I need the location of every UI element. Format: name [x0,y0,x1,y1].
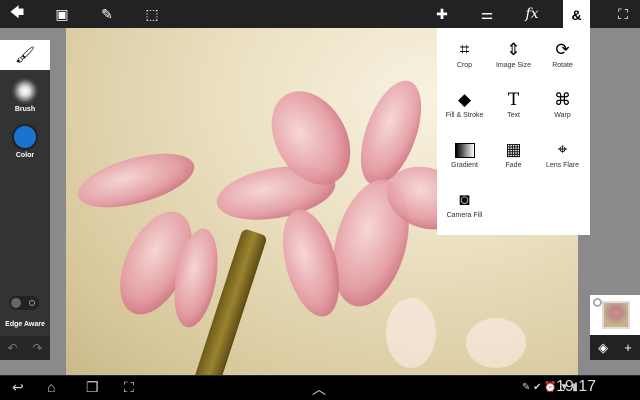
redo-icon[interactable]: ↷ [32,341,42,355]
color-swatch [12,124,38,150]
menu-label: Fade [505,162,522,169]
menu-item-crop[interactable]: ⌗ Crop [439,28,490,78]
menu-label: Fill & Stroke [445,112,484,119]
adjust-icon[interactable]: ⚌ [472,0,502,28]
menu-label: Rotate [552,62,573,69]
menu-item-image-size[interactable]: ⇕ Image Size [488,28,539,78]
back-icon[interactable]: 🡄 [2,0,32,28]
menu-item-fill-stroke[interactable]: ◆ Fill & Stroke [439,78,490,128]
menu-item-fade[interactable]: ▦ Fade [488,128,539,178]
fullscreen-icon[interactable]: ⛶ [608,0,638,28]
nav-up-icon[interactable]: ︿ [312,379,326,399]
menu-item-camera-fill[interactable]: ◙ Camera Fill [439,178,490,228]
fade-icon: ▦ [505,140,522,159]
nav-recent-icon[interactable]: ❐ [86,379,99,396]
brush-tool[interactable]: Brush [0,78,50,113]
warp-icon: ⌘ [554,90,571,109]
menu-label: Image Size [495,62,532,69]
nav-back-icon[interactable]: ↩ [12,379,24,396]
edge-aware-label: Edge Aware [5,321,45,328]
menu-label: Camera Fill [446,212,483,219]
gradient-icon [439,138,490,162]
menu-label: Gradient [451,162,478,169]
more-tools-tab[interactable]: & [563,0,590,30]
crop-icon: ⌗ [459,40,470,59]
rotate-icon: ⟳ [555,40,570,59]
brush-tab-icon[interactable]: 🖌 [0,40,50,70]
tools-menu: ⌗ Crop ⇕ Image Size ⟳ Rotate ◆ Fill & Stroke… [437,28,590,235]
brush-preview-icon [12,78,38,104]
fill-bucket-icon: ◆ [457,90,472,109]
menu-item-rotate[interactable]: ⟳ Rotate [537,28,588,78]
pencil-icon[interactable]: ✎ [92,0,122,28]
clock: 19:17 [556,378,597,395]
undo-redo-bar: ↶ ↷ [0,336,50,360]
menu-item-gradient[interactable]: Gradient [439,128,490,178]
nav-screenshot-icon[interactable]: ⛶ [124,379,134,396]
menu-label: Crop [456,62,473,69]
camera-fill-icon: ◙ [459,190,470,209]
brush-panel: 🖌 Brush Color Edge Aware ↶ ↷ [0,40,50,360]
add-image-icon[interactable]: ▣ [47,0,77,28]
menu-label: Text [507,112,520,119]
fx-icon[interactable]: fx [517,0,547,28]
color-label: Color [15,152,35,159]
lens-flare-icon: ⌖ [557,140,568,159]
image-size-icon: ⇕ [506,40,521,59]
layers-panel: ◈ + [590,295,640,360]
menu-label: Warp [554,112,571,119]
add-layer-icon[interactable]: + [624,340,632,355]
undo-icon[interactable]: ↶ [7,341,17,355]
text-icon: T [507,90,520,110]
system-navbar: ↩ ⌂ ❐ ⛶ ︿ ✎ ✔ ⏰ ▼ ▮ 19:17 [0,375,640,400]
layer-thumbnail[interactable] [590,295,640,335]
selection-icon[interactable]: ⬚ [137,0,167,28]
brush-label: Brush [14,106,36,113]
edge-aware-toggle[interactable] [9,296,39,310]
layers-icon[interactable]: ◈ [598,340,608,356]
menu-label: Lens Flare [545,162,580,169]
nav-home-icon[interactable]: ⌂ [47,379,55,395]
move-icon[interactable]: ✚ [427,0,457,28]
menu-item-lens-flare[interactable]: ⌖ Lens Flare [537,128,588,178]
menu-item-text[interactable]: T Text [488,78,539,128]
color-tool[interactable]: Color [0,124,50,159]
top-toolbar: 🡄 ▣ ✎ ⬚ ✚ ⚌ fx & ⛶ [0,0,640,30]
layer-visibility-icon[interactable] [593,298,602,307]
menu-item-warp[interactable]: ⌘ Warp [537,78,588,128]
